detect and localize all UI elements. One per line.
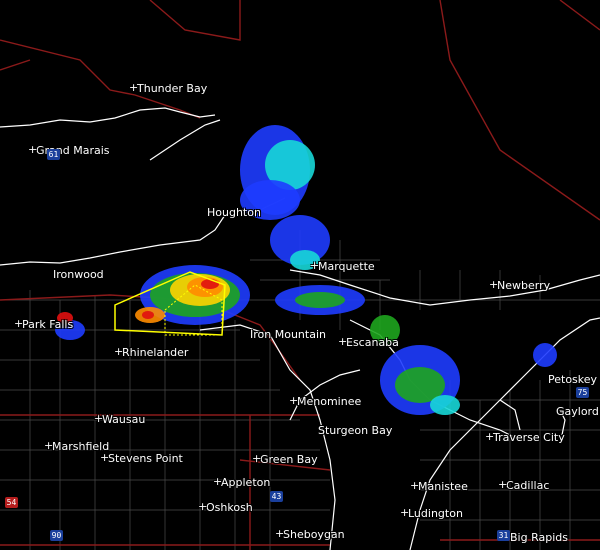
highway-shield: 61 (47, 149, 60, 160)
city-oshkosh: + Oshkosh (198, 500, 253, 514)
city-ludington: + Ludington (400, 506, 463, 520)
city-manistee: + Manistee (410, 479, 468, 493)
city-sheboygan: + Sheboygan (275, 527, 345, 541)
city-gaylord: Gaylord (556, 405, 599, 418)
city-wausau: + Wausau (94, 412, 146, 426)
radar-map[interactable]: + Thunder Bay + Grand Marais Houghton Iron… (0, 0, 600, 550)
city-petoskey: Petoskey (548, 373, 598, 386)
city-ironwood: Ironwood (53, 268, 104, 281)
city-appleton: + Appleton (213, 475, 271, 489)
city-park-falls: + Park Falls (14, 317, 74, 331)
city-green-bay: + Green Bay (252, 452, 318, 466)
highway-shield: 75 (576, 387, 589, 398)
city-traverse-city: + Traverse City (485, 430, 565, 444)
highway-shield: 31 (497, 530, 510, 541)
city-stevens-point: + Stevens Point (100, 451, 183, 465)
city-marquette: + Marquette (310, 259, 375, 273)
city-thunder-bay: + Thunder Bay (129, 81, 208, 95)
city-rhinelander: + Rhinelander (114, 345, 189, 359)
city-escanaba: + Escanaba (338, 335, 399, 349)
highway-shield: 43 (270, 491, 283, 502)
city-sturgeon-bay: Sturgeon Bay (318, 424, 393, 437)
city-newberry: + Newberry (489, 278, 551, 292)
city-big-rapids: +Big Rapids (502, 531, 568, 544)
city-houghton: Houghton (207, 206, 261, 219)
city-cadillac: + Cadillac (498, 478, 550, 492)
city-iron-mountain: Iron Mountain (250, 328, 326, 341)
highway-shield: 54 (5, 497, 18, 508)
highway-shield: 90 (50, 530, 63, 541)
city-menominee: + Menominee (289, 394, 362, 408)
